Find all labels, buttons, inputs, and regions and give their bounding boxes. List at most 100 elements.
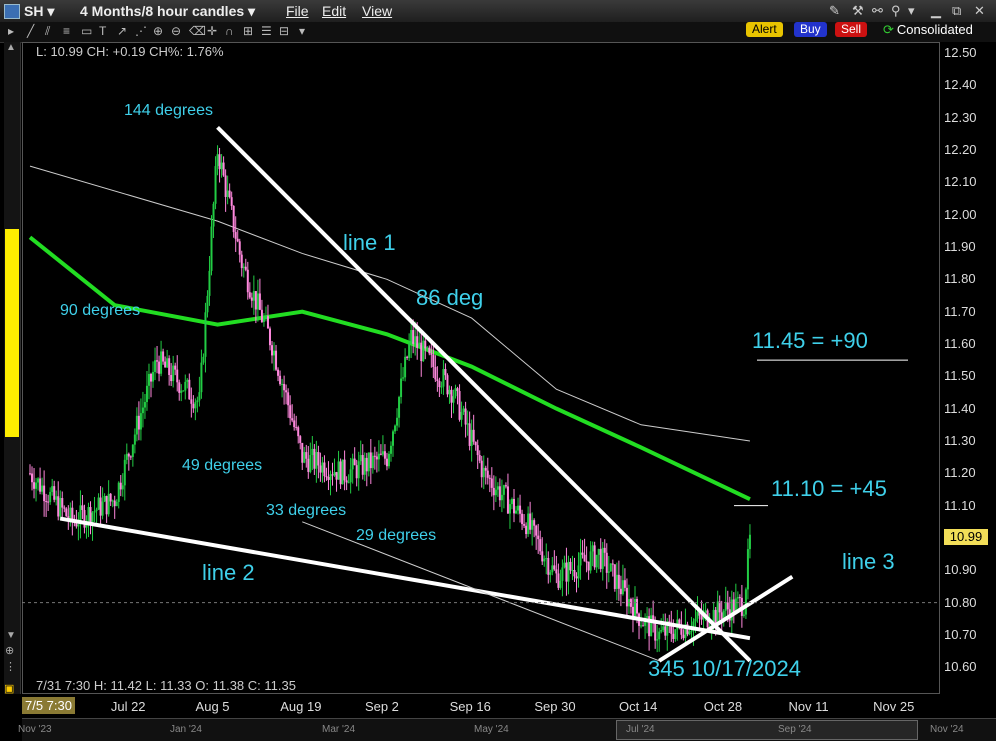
candle-body [295, 427, 298, 429]
candle-body [418, 342, 421, 349]
candle-body [143, 402, 146, 408]
navigator-label: Nov '23 [18, 724, 52, 735]
y-tick-label: 10.60 [944, 659, 977, 675]
candle-body [254, 291, 257, 310]
candle-body [559, 580, 562, 588]
candle-body [164, 361, 167, 368]
candle-body [521, 513, 524, 525]
candle-body [323, 462, 326, 477]
candle-body [619, 588, 622, 595]
candle-body [700, 615, 703, 620]
candle-body [496, 486, 499, 490]
candle-body [607, 571, 610, 573]
candle-body [248, 292, 251, 298]
candle-body [617, 574, 620, 589]
x-tick-label: Oct 28 [703, 699, 743, 714]
candle-body [371, 455, 374, 469]
candle-body [327, 476, 330, 480]
candle-body [400, 378, 403, 398]
candle-body [373, 455, 376, 457]
candle-body [61, 497, 64, 508]
candle-body [726, 602, 729, 610]
candle-body [517, 505, 520, 511]
y-tick-label: 12.20 [944, 141, 977, 157]
candle-body [337, 461, 340, 480]
y-tick-label: 11.10 [944, 497, 976, 513]
y-tick-label: 12.30 [944, 109, 977, 125]
candle-body [256, 293, 259, 310]
candle-body [696, 611, 699, 619]
candle-body [688, 631, 691, 635]
candle-body [446, 375, 449, 395]
candle-body [704, 610, 707, 613]
navigator-label: May '24 [474, 724, 509, 735]
candle-body [402, 377, 405, 379]
candle-body [349, 469, 352, 483]
candle-body [541, 551, 544, 562]
candle-body [369, 452, 372, 469]
candle-body [472, 429, 475, 442]
candle-body [37, 478, 40, 483]
candle-body [351, 458, 354, 470]
x-cursor-label: 7/5 7:30 [22, 697, 75, 714]
candle-body [500, 494, 503, 501]
candle-body [200, 362, 203, 393]
candle-body [605, 552, 608, 573]
candle-body [125, 453, 128, 460]
candle-body [305, 452, 308, 459]
annotation-90-degrees: 90 degrees [60, 302, 141, 319]
y-tick-label: 10.90 [944, 562, 977, 578]
candle-body [510, 498, 513, 505]
candle-body [81, 505, 84, 510]
candle-body [456, 388, 459, 392]
candle-body [359, 455, 362, 462]
candle-body [430, 353, 433, 355]
candle-body [646, 616, 649, 618]
candle-body [553, 565, 556, 570]
candle-body [462, 408, 465, 412]
candle-body [603, 547, 606, 553]
candle-body [357, 461, 360, 479]
annotation-345-date: 345 10/17/2024 [648, 656, 801, 681]
candle-body [226, 190, 229, 197]
candle-body [476, 445, 479, 456]
candle-body [543, 558, 546, 562]
candle-body [565, 562, 568, 582]
candle-body [244, 266, 247, 270]
candle-body [658, 631, 661, 640]
candle-body [176, 369, 179, 383]
moving-average-line [28, 235, 751, 501]
candle-body [158, 361, 161, 374]
candle-body [442, 369, 445, 387]
candle-body [575, 576, 578, 579]
candle-body [65, 508, 68, 517]
candle-body [682, 634, 685, 639]
candle-body [103, 495, 106, 502]
y-tick-label: 11.20 [944, 465, 976, 481]
candle-body [139, 413, 142, 430]
candle-body [87, 507, 90, 522]
candle-body [383, 451, 386, 459]
candle-body [547, 558, 550, 575]
candle-body [313, 448, 316, 469]
candle-body [389, 445, 392, 454]
candle-body [720, 612, 723, 620]
candle-body [615, 574, 618, 589]
candle-body [31, 473, 34, 483]
candle-body [121, 485, 124, 490]
candle-body [109, 493, 112, 502]
candle-body [690, 630, 693, 632]
candle-body [482, 467, 485, 478]
candle-body [426, 347, 429, 349]
candle-body [611, 563, 614, 565]
candle-body [613, 564, 616, 589]
candle-body [714, 609, 717, 623]
x-tick-label: Sep 2 [364, 699, 399, 714]
candle-body [214, 166, 217, 204]
candle-body [192, 403, 195, 409]
candle-body [640, 625, 643, 627]
candle-body [321, 462, 324, 473]
candle-body [39, 478, 42, 492]
candle-body [162, 351, 165, 362]
candle-body [242, 266, 245, 269]
